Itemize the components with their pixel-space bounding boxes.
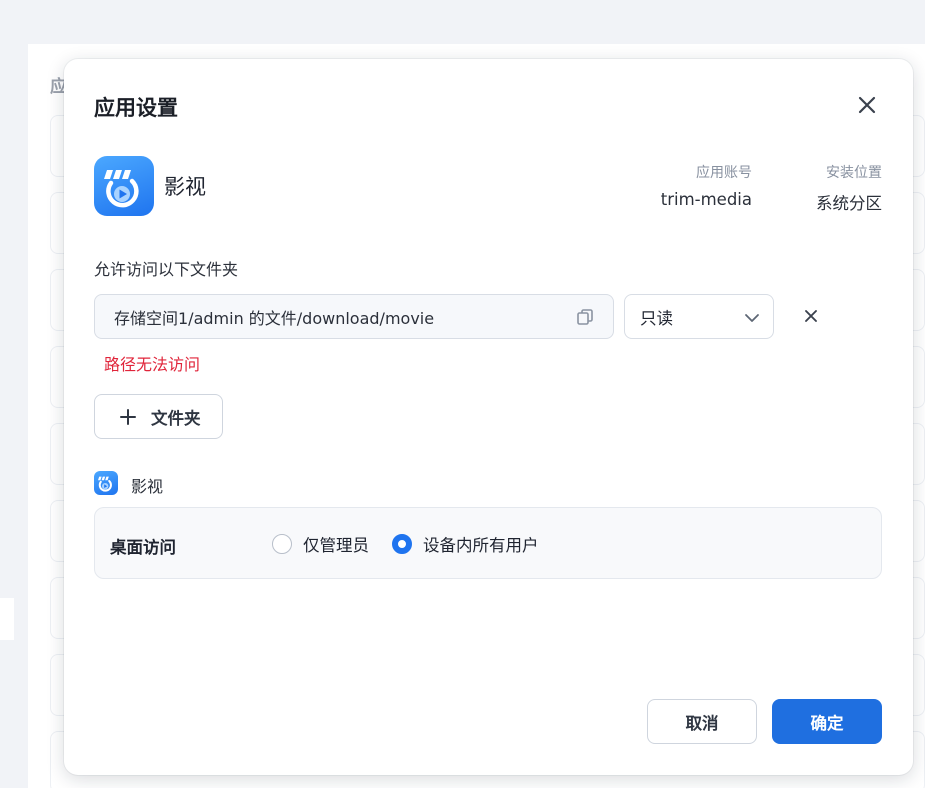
app-name: 影视	[164, 175, 206, 199]
remove-folder-button[interactable]	[800, 305, 822, 327]
folder-access-label: 允许访问以下文件夹	[94, 260, 239, 279]
path-error-message: 路径无法访问	[104, 355, 201, 374]
chevron-down-icon	[745, 314, 759, 322]
desktop-access-app-name: 影视	[131, 477, 164, 496]
radio-checked-icon	[392, 534, 412, 554]
install-location-label: 安装位置	[826, 165, 882, 181]
desktop-access-card: 桌面访问 仅管理员 设备内所有用户	[94, 507, 882, 579]
add-folder-button[interactable]: 文件夹	[94, 394, 223, 439]
cancel-button[interactable]: 取消	[647, 699, 757, 744]
copy-path-button[interactable]	[575, 307, 595, 327]
radio-all-users[interactable]: 设备内所有用户	[392, 532, 539, 556]
close-icon	[805, 310, 817, 322]
background-topbar	[0, 0, 925, 44]
radio-unchecked-icon	[272, 534, 292, 554]
add-folder-label: 文件夹	[151, 408, 201, 428]
permission-select[interactable]: 只读	[624, 294, 774, 339]
background-left-strip	[0, 598, 14, 640]
dialog-title: 应用设置	[94, 96, 178, 120]
plus-icon	[120, 408, 136, 425]
app-account-label: 应用账号	[696, 165, 752, 181]
permission-selected-value: 只读	[640, 308, 673, 328]
install-location-info: 安装位置 系统分区	[782, 162, 882, 214]
confirm-button[interactable]: 确定	[772, 699, 882, 744]
close-button[interactable]	[854, 92, 880, 118]
video-app-small-icon	[94, 471, 118, 495]
folder-path-field[interactable]: 存储空间1/admin 的文件/download/movie	[94, 294, 614, 339]
desktop-access-label: 桌面访问	[110, 538, 176, 557]
app-settings-dialog: 应用设置 影视 应用账号 trim-media 安装位置 系统分区 允许访问以下…	[64, 59, 913, 775]
radio-admin-only-label: 仅管理员	[303, 536, 369, 555]
copy-icon	[577, 309, 593, 325]
close-icon	[858, 96, 876, 114]
video-app-icon	[94, 156, 154, 216]
radio-admin-only[interactable]: 仅管理员	[272, 532, 369, 556]
radio-all-users-label: 设备内所有用户	[423, 536, 539, 555]
app-account-info: 应用账号 trim-media	[624, 162, 752, 209]
app-account-value: trim-media	[660, 190, 752, 209]
folder-path-text: 存储空间1/admin 的文件/download/movie	[114, 308, 435, 328]
install-location-value: 系统分区	[816, 194, 882, 213]
